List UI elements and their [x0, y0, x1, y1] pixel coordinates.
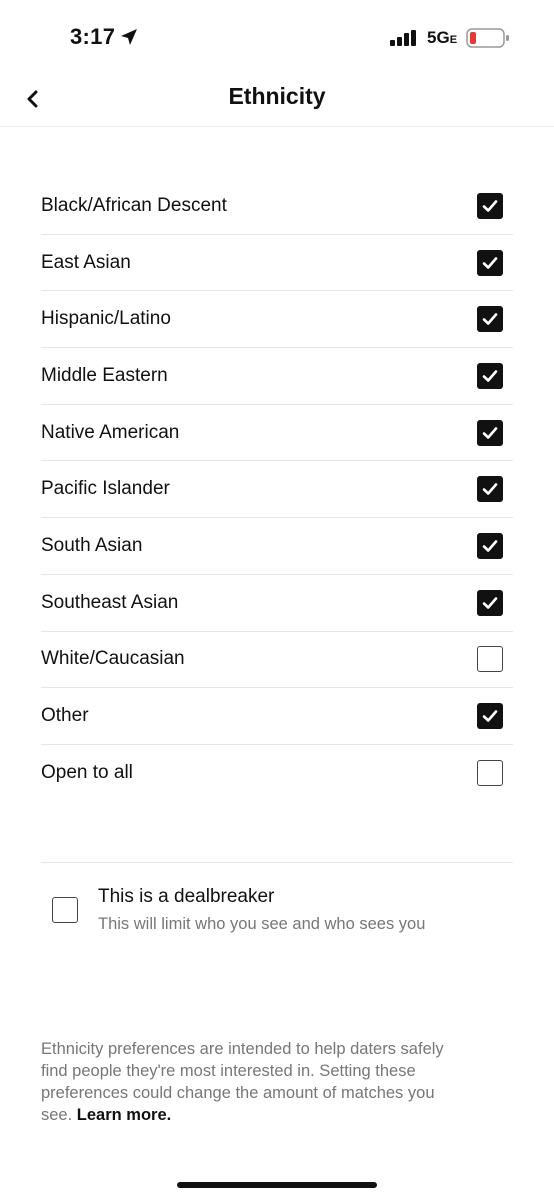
- location-arrow-icon: [121, 29, 137, 45]
- option-label: Native American: [41, 421, 180, 443]
- cellular-signal-icon: [390, 30, 416, 46]
- checkmark-icon: [482, 596, 498, 609]
- dealbreaker-checkbox[interactable]: [52, 897, 78, 923]
- footer-note-line-2: find people they're most interested in. …: [41, 1062, 416, 1080]
- checkbox-checked[interactable]: [477, 362, 503, 389]
- option-row[interactable]: Open to all: [41, 745, 513, 802]
- option-row[interactable]: East Asian: [41, 235, 513, 292]
- footer-note-line-4: see.: [41, 1106, 73, 1124]
- ethnicity-option-list: Black/African Descent East Asian Hispanic/…: [41, 178, 513, 802]
- checkmark-icon: [482, 256, 498, 269]
- checkbox-checked[interactable]: [477, 192, 503, 219]
- learn-more-link[interactable]: Learn more.: [77, 1106, 171, 1124]
- checkbox-checked[interactable]: [477, 703, 503, 730]
- checkbox-checked[interactable]: [477, 476, 503, 503]
- checkbox-checked[interactable]: [477, 306, 503, 333]
- option-row[interactable]: Hispanic/Latino: [41, 291, 513, 349]
- checkbox-unchecked[interactable]: [477, 646, 503, 673]
- option-row[interactable]: Black/African Descent: [41, 178, 513, 235]
- network-suffix: E: [449, 34, 458, 46]
- dealbreaker-subtitle: This will limit who you see and who sees…: [98, 915, 426, 933]
- checkbox-checked[interactable]: [477, 249, 503, 276]
- checkbox-checked[interactable]: [477, 419, 503, 446]
- checkmark-icon: [482, 370, 498, 382]
- option-row[interactable]: South Asian: [41, 518, 513, 575]
- option-label: South Asian: [41, 534, 143, 556]
- option-label: Open to all: [41, 762, 133, 784]
- option-row[interactable]: Southeast Asian: [41, 575, 513, 632]
- nav-header: Ethnicity: [0, 70, 554, 127]
- option-label: White/Caucasian: [41, 648, 185, 670]
- network-type: 5GE: [427, 28, 457, 48]
- footer-note: Ethnicity preferences are intended to he…: [41, 1038, 511, 1126]
- option-row[interactable]: Native American: [41, 405, 513, 462]
- network-label: 5G: [427, 28, 450, 47]
- option-label: Middle Eastern: [41, 364, 168, 386]
- page-title: Ethnicity: [228, 83, 326, 109]
- status-bar: 3:17 5GE: [0, 0, 554, 70]
- option-label: Pacific Islander: [41, 478, 170, 500]
- checkmark-icon: [482, 313, 498, 326]
- home-indicator: [177, 1182, 377, 1188]
- checkmark-icon: [482, 426, 498, 439]
- option-row[interactable]: Pacific Islander: [41, 461, 513, 519]
- status-time: 3:17: [70, 24, 116, 49]
- option-label: Hispanic/Latino: [41, 308, 171, 330]
- footer-note-line-1: Ethnicity preferences are intended to he…: [41, 1040, 444, 1058]
- option-row[interactable]: Middle Eastern: [41, 348, 513, 405]
- checkmark-icon: [482, 540, 498, 552]
- battery-icon: [466, 28, 509, 48]
- option-row[interactable]: Other: [41, 688, 513, 745]
- section-divider: [41, 862, 513, 863]
- option-label: East Asian: [41, 251, 131, 273]
- checkmark-icon: [482, 200, 498, 212]
- dealbreaker-title: This is a dealbreaker: [98, 886, 275, 907]
- checkmark-icon: [482, 483, 498, 496]
- checkbox-checked[interactable]: [477, 532, 503, 559]
- footer-note-line-3: preferences could change the amount of m…: [41, 1084, 435, 1102]
- option-label: Black/African Descent: [41, 194, 227, 216]
- option-label: Other: [41, 705, 89, 727]
- option-row[interactable]: White/Caucasian: [41, 632, 513, 689]
- checkmark-icon: [482, 710, 498, 722]
- checkbox-checked[interactable]: [477, 589, 503, 616]
- option-label: Southeast Asian: [41, 591, 179, 613]
- checkbox-unchecked[interactable]: [477, 760, 503, 787]
